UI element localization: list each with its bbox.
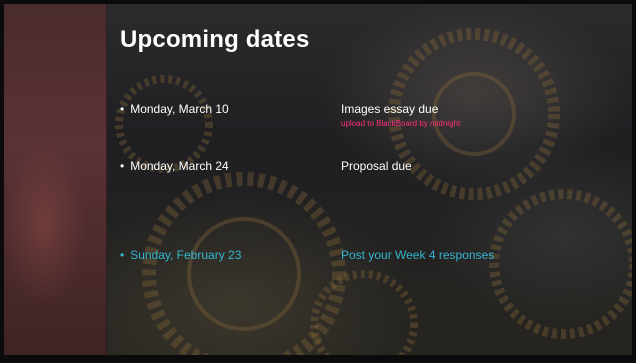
event-label-1: Images essay due: [341, 102, 439, 116]
gears-background-image: [115, 28, 632, 355]
bullet-icon: •: [120, 102, 125, 116]
date-label: Monday, March 24: [130, 159, 229, 173]
event-label-2: Proposal due: [341, 159, 412, 173]
date-label: Sunday, February 23: [130, 248, 242, 262]
bullet-icon: •: [120, 159, 125, 173]
date-item-1: • Monday, March 10: [120, 102, 229, 116]
date-item-2: • Monday, March 24: [120, 159, 229, 173]
date-item-3: • Sunday, February 23: [120, 248, 241, 262]
bottom-border: [0, 355, 636, 363]
event-label-3: Post your Week 4 responses: [341, 248, 495, 262]
slide: Upcoming dates • Monday, March 10 Images …: [4, 4, 632, 355]
slide-title: Upcoming dates: [120, 26, 310, 53]
event-note-1: upload to BlackBoard by midnight: [341, 119, 461, 128]
bullet-icon: •: [120, 248, 125, 262]
date-label: Monday, March 10: [130, 102, 229, 116]
